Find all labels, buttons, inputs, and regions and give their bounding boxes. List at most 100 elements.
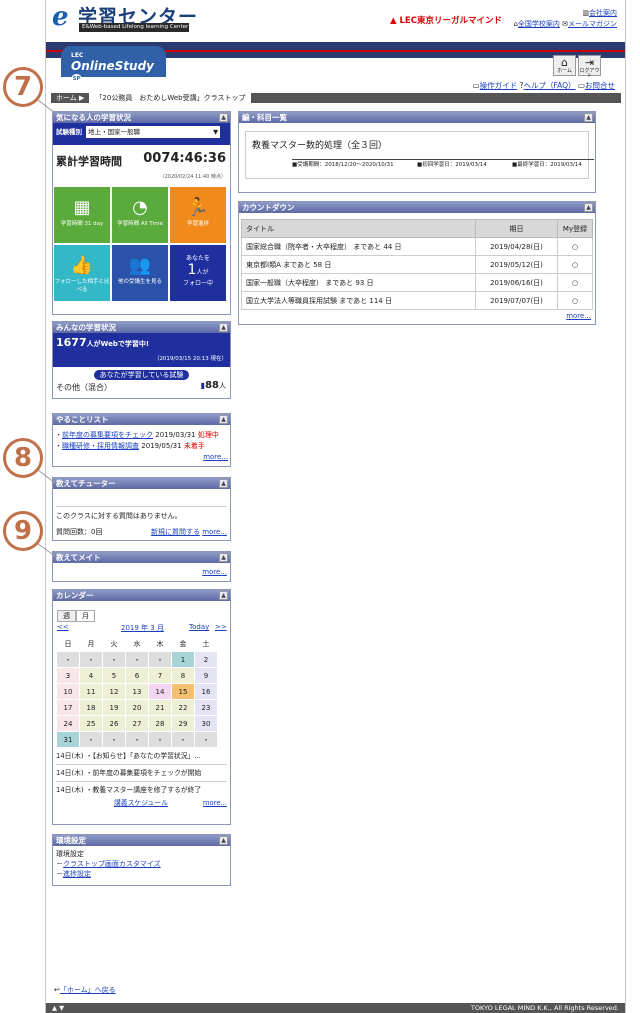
tab-month[interactable]: 月: [76, 610, 95, 622]
calendar-day[interactable]: 28: [148, 715, 172, 732]
scroll-arrows-icon[interactable]: ▲ ▼: [46, 1004, 64, 1012]
tile-others[interactable]: 👥 他の受講生を見る: [112, 245, 168, 301]
calendar-day[interactable]: 9: [194, 667, 218, 684]
calendar-day[interactable]: 26: [102, 715, 126, 732]
calendar-day[interactable]: 24: [56, 715, 80, 732]
calendar-day[interactable]: 22: [171, 699, 195, 716]
calendar-day[interactable]: 18: [79, 699, 103, 716]
building-icon: ▥: [582, 9, 589, 17]
collapse-icon[interactable]: ▲: [219, 553, 228, 562]
progress-settings-link[interactable]: 進捗設定: [63, 870, 91, 878]
countdown-date-cell: 2019/05/12(日): [475, 255, 558, 274]
tile-all-time[interactable]: ◔ 学習時間 All Time: [112, 187, 168, 243]
collapse-icon[interactable]: ▲: [219, 479, 228, 488]
tab-week[interactable]: 週: [57, 610, 76, 622]
back-home-link[interactable]: 「ホーム」へ戻る: [60, 986, 116, 994]
collapse-icon[interactable]: ▲: [219, 113, 228, 122]
calendar-event[interactable]: 14日(木) ・【お知らせ】「あなたの学習状況」...: [56, 748, 227, 765]
calendar-day[interactable]: 12: [102, 683, 126, 700]
prev-month-link[interactable]: <<: [57, 623, 69, 631]
my-register-radio[interactable]: ○: [557, 273, 593, 292]
tutor-panel: 教えてチューター ▲ このクラスに対する質問はありません。 質問回数：0回 新規に質…: [52, 477, 231, 541]
refresh-clock-icon: ◔: [132, 197, 148, 218]
calendar-day[interactable]: 20: [125, 699, 149, 716]
calendar-event[interactable]: 14日(木) ・教養マスター講座を修了するが終了: [56, 782, 227, 798]
collapse-icon[interactable]: ▲: [219, 323, 228, 332]
calendar-day[interactable]: 13: [125, 683, 149, 700]
calendar-day[interactable]: 19: [102, 699, 126, 716]
total-time-label: 累計学習時間: [56, 155, 122, 168]
customize-link[interactable]: クラストップ画面カスタマイズ: [63, 860, 161, 868]
study-tiles: ▦ 学習時間 31 day ◔ 学習時間 All Time 🏃 学習進捗 👍 フォローし…: [53, 187, 230, 315]
chevron-right-icon: ▶: [79, 94, 85, 102]
calendar-day[interactable]: 3: [56, 667, 80, 684]
course-card[interactable]: 教養マスター数的処理（全３回） ■受講期間：2018/12/20〜2020/10…: [245, 131, 594, 179]
calendar-day[interactable]: 21: [148, 699, 172, 716]
calendar-day[interactable]: 5: [102, 667, 126, 684]
weekday-header: 日: [56, 635, 80, 652]
callout-7: 7: [3, 67, 43, 107]
calendar-day[interactable]: 14: [148, 683, 172, 700]
current-month-link[interactable]: 2019 年 3 月: [121, 623, 164, 633]
collapse-icon[interactable]: ▲: [219, 415, 228, 424]
tile-compare[interactable]: 👍 フォローした相手と比べる: [54, 245, 110, 301]
calendar-day[interactable]: 23: [194, 699, 218, 716]
calendar-day: ・: [56, 651, 80, 668]
guide-link[interactable]: 操作ガイド: [480, 81, 518, 90]
todo-item-link[interactable]: 職種研修・採用情報調査: [62, 442, 139, 450]
mail-magazine-link[interactable]: メールマガジン: [568, 20, 617, 28]
today-link[interactable]: Today: [189, 623, 209, 631]
calendar-day[interactable]: 25: [79, 715, 103, 732]
calendar-day[interactable]: 17: [56, 699, 80, 716]
site-logo-icon[interactable]: e: [52, 4, 76, 30]
calendar-day[interactable]: 29: [171, 715, 195, 732]
new-question-link[interactable]: 新規に質問する: [151, 528, 200, 536]
calendar-day[interactable]: 31: [56, 731, 80, 748]
lec-brand-logo[interactable]: ▲ LEC東京リーガルマインド: [390, 14, 502, 26]
contact-link[interactable]: お問合せ: [585, 81, 615, 90]
calendar-day[interactable]: 11: [79, 683, 103, 700]
calendar-day[interactable]: 30: [194, 715, 218, 732]
todo-more-link[interactable]: more...: [203, 453, 228, 461]
calendar-day[interactable]: 6: [125, 667, 149, 684]
breadcrumb-home[interactable]: ホーム ▶: [51, 93, 89, 103]
tile-31-day[interactable]: ▦ 学習時間 31 day: [54, 187, 110, 243]
my-register-radio[interactable]: ○: [557, 237, 593, 256]
calendar-day[interactable]: 27: [125, 715, 149, 732]
todo-item-link[interactable]: 前年度の募集要項をチェック: [62, 431, 153, 439]
next-month-link[interactable]: >>: [215, 623, 227, 631]
tutor-more-link[interactable]: more...: [202, 528, 227, 536]
calendar-day[interactable]: 8: [171, 667, 195, 684]
calendar-day[interactable]: 7: [148, 667, 172, 684]
collapse-icon[interactable]: ▲: [584, 113, 593, 122]
calendar-day[interactable]: 10: [56, 683, 80, 700]
home-button[interactable]: ⌂ ホーム: [553, 55, 576, 76]
calendar-day-today[interactable]: 15: [171, 683, 195, 700]
logout-button[interactable]: ⇥ ログアウト: [578, 55, 601, 79]
calendar-day[interactable]: 2: [194, 651, 218, 668]
countdown-date-cell: 2019/07/07(日): [475, 291, 558, 310]
my-register-radio[interactable]: ○: [557, 291, 593, 310]
online-study-logo[interactable]: LEC OnlineStudy SP: [61, 46, 166, 85]
calendar-day[interactable]: 1: [171, 651, 195, 668]
weekday-header: 火: [102, 635, 126, 652]
lecture-schedule-link[interactable]: 講義スケジュール: [114, 798, 168, 808]
calendar-day[interactable]: 4: [79, 667, 103, 684]
collapse-icon[interactable]: ▲: [219, 591, 228, 600]
calendar-more-link[interactable]: more...: [203, 798, 227, 808]
countdown-more-link[interactable]: more...: [566, 312, 591, 320]
tile-followers[interactable]: あなたを 1人が フォロー中: [170, 245, 226, 301]
schools-link[interactable]: 全国学校案内: [518, 20, 560, 28]
collapse-icon[interactable]: ▲: [219, 836, 228, 845]
exam-type-select[interactable]: 地上・国家一般職 ▼: [86, 126, 221, 138]
faq-link[interactable]: ヘルプ（FAQ）: [523, 81, 575, 90]
help-links: ▭操作ガイド ?ヘルプ（FAQ） ▭お問合せ: [473, 80, 615, 91]
calendar-event[interactable]: 14日(木) ・前年度の募集要項をチェックが開始: [56, 765, 227, 782]
my-register-radio[interactable]: ○: [557, 255, 593, 274]
company-link[interactable]: 会社案内: [589, 9, 617, 17]
mate-more-link[interactable]: more...: [202, 568, 227, 576]
calendar-day[interactable]: 16: [194, 683, 218, 700]
tile-progress[interactable]: 🏃 学習進捗: [170, 187, 226, 243]
tile-others-label: 他の受講生を見る: [117, 279, 162, 285]
collapse-icon[interactable]: ▲: [584, 203, 593, 212]
